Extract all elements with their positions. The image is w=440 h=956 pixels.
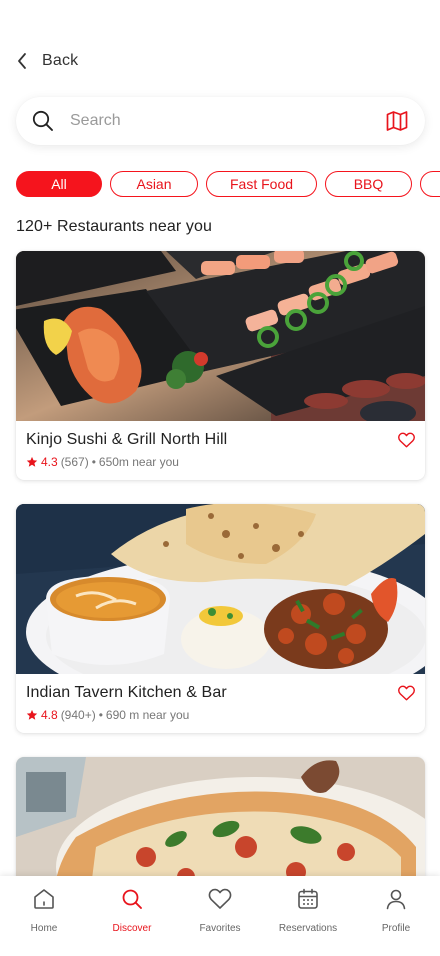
nav-label: Reservations	[278, 923, 338, 934]
nav-item-discover[interactable]: Discover	[88, 876, 176, 956]
nav-label: Profile	[381, 923, 411, 934]
restaurant-name: Kinjo Sushi & Grill North Hill	[26, 431, 228, 448]
restaurant-meta: 4.8 (940+) • 690 m near you	[26, 708, 415, 722]
bottom-navigation: Home Discover Favorites Reservations Pro…	[0, 876, 440, 956]
search-icon	[32, 110, 54, 132]
nav-item-favorites[interactable]: Favorites	[176, 876, 264, 956]
review-count: (940+)	[60, 708, 96, 722]
restaurant-card[interactable]: Indian Tavern Kitchen & Bar 4.8 (940+) •…	[16, 504, 425, 733]
star-icon	[26, 456, 38, 468]
heart-icon[interactable]	[398, 685, 415, 701]
meta-separator: •	[98, 708, 103, 722]
restaurants-count-heading: 120+ Restaurants near you	[16, 218, 212, 235]
distance: 650m near you	[98, 455, 179, 469]
rating-value: 4.3	[41, 455, 58, 469]
nav-item-reservations[interactable]: Reservations	[264, 876, 352, 956]
restaurant-meta: 4.3 (567) • 650m near you	[26, 455, 415, 469]
meta-separator: •	[91, 455, 96, 469]
heart-icon[interactable]	[398, 432, 415, 448]
filter-chip-bbq[interactable]: BBQ	[325, 171, 412, 197]
filter-chip-fast-food[interactable]: Fast Food	[206, 171, 317, 197]
heart-icon	[208, 887, 232, 911]
search-input[interactable]	[70, 112, 385, 130]
restaurant-card[interactable]: Kinjo Sushi & Grill North Hill 4.3 (567)…	[16, 251, 425, 480]
filter-chip-asian[interactable]: Asian	[110, 171, 198, 197]
search-bar	[16, 97, 425, 145]
nav-label: Discover	[112, 923, 152, 934]
nav-label: Home	[30, 923, 58, 934]
filter-chip-all[interactable]: All	[16, 171, 102, 197]
filter-chip-more[interactable]	[420, 171, 440, 197]
search-icon	[120, 887, 144, 911]
star-icon	[26, 709, 38, 721]
restaurant-photo	[16, 504, 425, 674]
category-filters: All Asian Fast Food BBQ	[16, 171, 440, 198]
review-count: (567)	[60, 455, 89, 469]
rating-value: 4.8	[41, 708, 58, 722]
chevron-left-icon	[16, 52, 28, 70]
restaurant-name: Indian Tavern Kitchen & Bar	[26, 684, 227, 701]
distance: 690 m near you	[105, 708, 190, 722]
home-icon	[32, 887, 56, 911]
back-button[interactable]: Back	[16, 48, 78, 74]
map-icon[interactable]	[385, 110, 409, 132]
calendar-icon	[296, 887, 320, 911]
nav-item-profile[interactable]: Profile	[352, 876, 440, 956]
nav-label: Favorites	[199, 923, 241, 934]
user-icon	[384, 887, 408, 911]
restaurant-photo	[16, 251, 425, 421]
back-label: Back	[42, 52, 79, 69]
nav-item-home[interactable]: Home	[0, 876, 88, 956]
